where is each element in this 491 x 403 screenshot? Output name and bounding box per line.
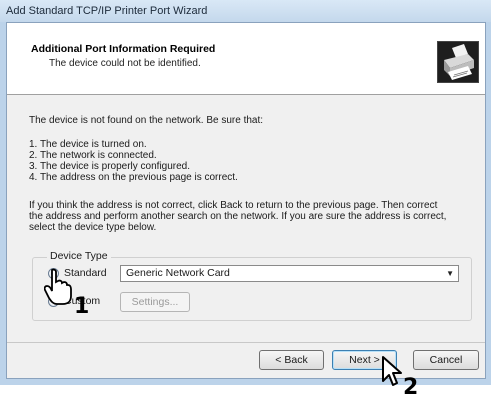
back-button[interactable]: < Back	[259, 350, 324, 370]
wizard-header: Additional Port Information Required The…	[7, 23, 485, 95]
list-item: 2. The network is connected.	[29, 150, 157, 161]
paragraph-line: select the device type below.	[29, 222, 157, 233]
device-type-group-label: Device Type	[47, 250, 111, 262]
list-item: 4. The address on the previous page is c…	[29, 172, 238, 183]
step-1-label: 1	[74, 294, 90, 319]
footer-separator	[7, 342, 485, 343]
header-subtitle: The device could not be identified.	[49, 58, 201, 69]
list-item: 1. The device is turned on.	[29, 139, 147, 150]
intro-text: The device is not found on the network. …	[29, 115, 264, 126]
list-item: 3. The device is properly configured.	[29, 161, 191, 172]
wizard-client-area: Additional Port Information Required The…	[6, 22, 486, 379]
window-title: Add Standard TCP/IP Printer Port Wizard	[0, 0, 491, 22]
hand-pointer-icon	[43, 268, 72, 306]
step-2-label: 2	[403, 375, 419, 400]
paragraph-line: the address and perform another search o…	[29, 211, 447, 222]
settings-button[interactable]: Settings...	[120, 292, 190, 312]
header-title: Additional Port Information Required	[31, 43, 216, 55]
printer-icon	[437, 41, 479, 83]
wizard-window: Add Standard TCP/IP Printer Port Wizard …	[0, 0, 491, 385]
arrow-cursor-icon	[381, 355, 403, 387]
paragraph-line: If you think the address is not correct,…	[29, 200, 438, 211]
cancel-button[interactable]: Cancel	[413, 350, 479, 370]
combo-value: Generic Network Card	[126, 267, 230, 279]
device-type-combo[interactable]: Generic Network Card ▼	[120, 265, 459, 282]
chevron-down-icon[interactable]: ▼	[446, 266, 454, 281]
